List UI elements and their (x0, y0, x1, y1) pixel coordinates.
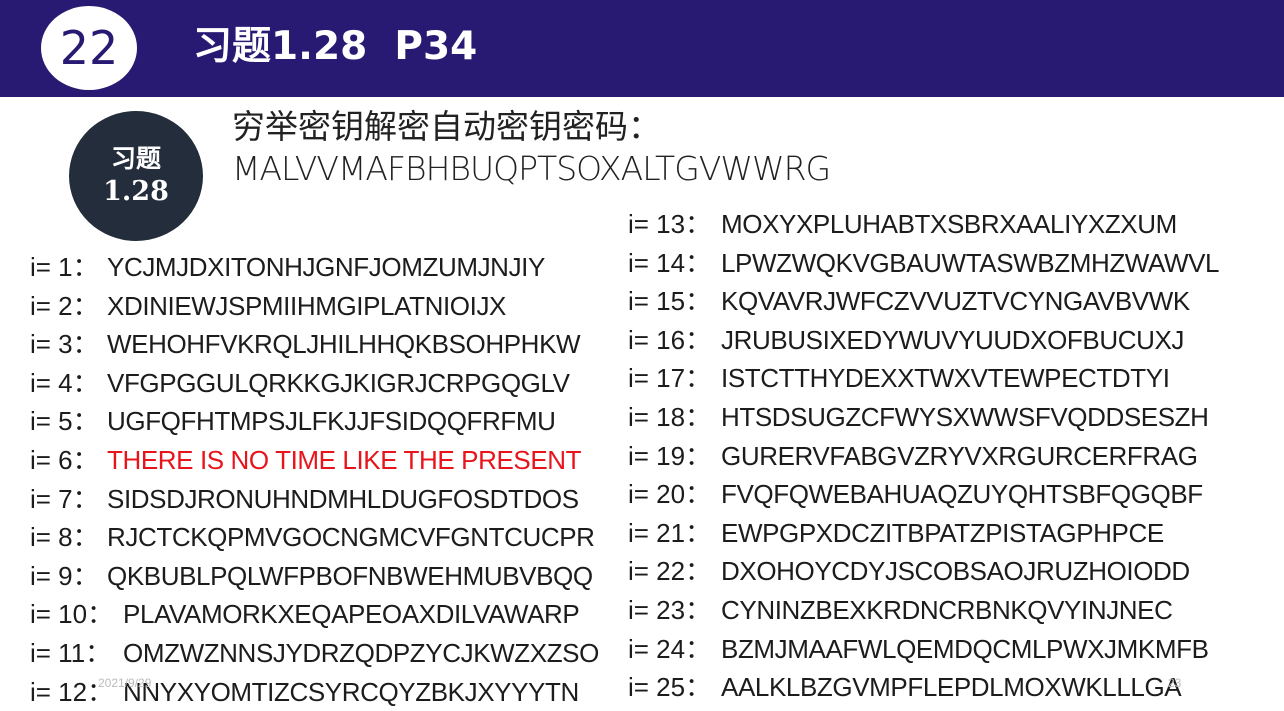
trial-row: i= 18： HTSDSUGZCFWYSXWWSFVQDDSESZH (628, 398, 1209, 436)
trial-row: i= 22： DXOHOYCDYJSCOBSAOJRUZHOIODD (628, 552, 1190, 590)
trial-row: i= 16： JRUBUSIXEDYWUVYUUDXOFBUCUXJ (628, 321, 1184, 359)
slide-title: 习题1.28 P34 (193, 24, 478, 69)
problem-statement: 穷举密钥解密自动密钥密码： MALVVMAFBHBUQPTSOXALTGVWWR… (232, 106, 831, 190)
trial-text: BZMJMAAFWLQEMDQCMLPWXJMKMFB (721, 633, 1209, 664)
trial-row: i= 3： WEHOHFVKRQLJHILHHQKBSOHPHKW (30, 325, 581, 363)
trial-row: i= 21： EWPGPXDCZITBPATZPISTAGPHPCE (628, 514, 1164, 552)
trial-row: i= 14： LPWZWQKVGBAUWTASWBZMHZWAWVL (628, 244, 1220, 282)
exercise-badge: 习题 1.28 (69, 111, 203, 241)
footer-date: 2021/9/29 (98, 676, 152, 690)
trial-text: ISTCTTHYDEXXTWXVTEWPECTDTYI (721, 363, 1170, 394)
trial-row: i= 5： UGFQFHTMPSJLFKJJFSIDQQFRFMU (30, 402, 556, 440)
slide-number-badge: 22 (41, 6, 137, 90)
trial-text: YCJMJDXITONHJGNFJOMZUMJNJIY (107, 252, 545, 282)
trial-row: i= 19： GURERVFABGVZRYVXRGURCERFRAG (628, 437, 1198, 475)
trial-index: i= 8： (30, 522, 99, 553)
trial-text: XDINIEWJSPMIIHMGIPLATNIOIJX (107, 290, 506, 321)
trial-text: EWPGPXDCZITBPATZPISTAGPHPCE (721, 517, 1164, 548)
trial-index: i= 2： (30, 290, 99, 321)
trial-text: PLAVAMORKXEQAPEOAXDILVAWARP (123, 599, 580, 630)
plaintext-row: i= 6： THERE IS NO TIME LIKE THE PRESENT (30, 441, 582, 479)
trial-text: SIDSDJRONUHNDMHLDUGFOSDTDOS (107, 483, 579, 514)
trial-text: KQVAVRJWFCZVVUZTVCYNGAVBVWK (721, 286, 1190, 317)
slide-number: 22 (59, 21, 119, 75)
trial-row: i= 4： VFGPGGULQRKKGJKIGRJCRPGQGLV (30, 364, 570, 402)
trial-text: GURERVFABGVZRYVXRGURCERFRAG (721, 440, 1198, 471)
trial-text: FVQFQWEBAHUAQZUYQHTSBFQGQBF (721, 479, 1203, 510)
trial-text: MOXYXPLUHABTXSBRXAALIYXZXUM (721, 209, 1177, 239)
trial-index: i= 17： (628, 363, 712, 394)
trial-index: i= 16： (628, 324, 712, 355)
trial-index: i= 3： (30, 329, 99, 360)
trial-text: JRUBUSIXEDYWUVYUUDXOFBUCUXJ (721, 324, 1185, 355)
trial-text: RJCTCKQPMVGOCNGMCVFGNTCUCPR (107, 522, 595, 553)
trial-text: VFGPGGULQRKKGJKIGRJCRPGQGLV (107, 367, 570, 398)
trial-row: i= 1： YCJMJDXITONHJGNFJOMZUMJNJIY (30, 248, 545, 286)
trial-row: i= 20： FVQFQWEBAHUAQZUYQHTSBFQGQBF (628, 475, 1203, 513)
problem-heading: 穷举密钥解密自动密钥密码： (232, 107, 661, 146)
trial-row: i= 11： OMZWZNNSJYDRZQDPZYCJKWZXZSO (30, 634, 599, 672)
trial-index: i= 15： (628, 286, 712, 317)
title-bar: 22 习题1.28 P34 (0, 0, 1284, 97)
trial-text: LPWZWQKVGBAUWTASWBZMHZWAWVL (721, 247, 1220, 278)
trial-index: i= 19： (628, 440, 712, 471)
trial-text: UGFQFHTMPSJLFKJJFSIDQQFRFMU (107, 406, 556, 437)
trial-text: OMZWZNNSJYDRZQDPZYCJKWZXZSO (123, 638, 599, 668)
trial-text: HTSDSUGZCFWYSXWWSFVQDDSESZH (721, 402, 1209, 432)
badge-number: 1.28 (103, 176, 169, 207)
trial-index: i= 6： (30, 445, 99, 475)
trial-row: i= 10： PLAVAMORKXEQAPEOAXDILVAWARP (30, 595, 580, 633)
trial-row: i= 7： SIDSDJRONUHNDMHLDUGFOSDTDOS (30, 480, 579, 518)
trial-index: i= 10： (30, 599, 114, 630)
trial-row: i= 25： AALKLBZGVMPFLEPDLMOXWKLLLGA (628, 668, 1182, 706)
trial-index: i= 7： (30, 483, 99, 514)
trial-index: i= 14： (628, 247, 712, 278)
trial-index: i= 9： (30, 560, 99, 591)
trial-row: i= 8： RJCTCKQPMVGOCNGMCVFGNTCUCPR (30, 518, 595, 556)
badge-label: 习题 (110, 144, 161, 173)
trial-row: i= 13： MOXYXPLUHABTXSBRXAALIYXZXUM (628, 205, 1177, 243)
trial-index: i= 23： (628, 595, 712, 625)
trial-index: i= 21： (628, 517, 712, 548)
trial-index: i= 25： (628, 672, 712, 703)
trial-index: i= 18： (628, 402, 712, 432)
trial-row: i= 23： CYNINZBEXKRDNCRBNKQVYINJNEC (628, 591, 1173, 629)
trial-index: i= 20： (628, 479, 712, 510)
trial-index: i= 24： (628, 633, 712, 664)
trial-index: i= 1： (30, 252, 99, 282)
footer-page: 23 (1168, 676, 1182, 690)
trial-index: i= 22： (628, 556, 712, 587)
trial-text: NNYXYOMTIZCSYRCQYZBKJXYYYTN (123, 676, 579, 707)
plaintext-result: THERE IS NO TIME LIKE THE PRESENT (107, 445, 582, 475)
trial-index: i= 13： (628, 209, 712, 239)
trial-row: i= 9： QKBUBLPQLWFPBOFNBWEHMUBVBQQ (30, 557, 593, 595)
trial-text: CYNINZBEXKRDNCRBNKQVYINJNEC (721, 595, 1173, 625)
ciphertext: MALVVMAFBHBUQPTSOXALTGVWWRG (232, 149, 831, 188)
trial-text: QKBUBLPQLWFPBOFNBWEHMUBVBQQ (107, 560, 593, 591)
trial-index: i= 11： (30, 638, 112, 668)
trial-text: DXOHOYCDYJSCOBSAOJRUZHOIODD (721, 556, 1190, 587)
trial-row: i= 24： BZMJMAAFWLQEMDQCMLPWXJMKMFB (628, 630, 1209, 668)
trial-text: AALKLBZGVMPFLEPDLMOXWKLLLGA (721, 672, 1182, 703)
trial-row: i= 2： XDINIEWJSPMIIHMGIPLATNIOIJX (30, 287, 506, 325)
trial-row: i= 17： ISTCTTHYDEXXTWXVTEWPECTDTYI (628, 359, 1170, 397)
trial-row: i= 15： KQVAVRJWFCZVVUZTVCYNGAVBVWK (628, 282, 1190, 320)
trial-index: i= 5： (30, 406, 99, 437)
trial-text: WEHOHFVKRQLJHILHHQKBSOHPHKW (107, 329, 581, 360)
trial-index: i= 4： (30, 367, 99, 398)
